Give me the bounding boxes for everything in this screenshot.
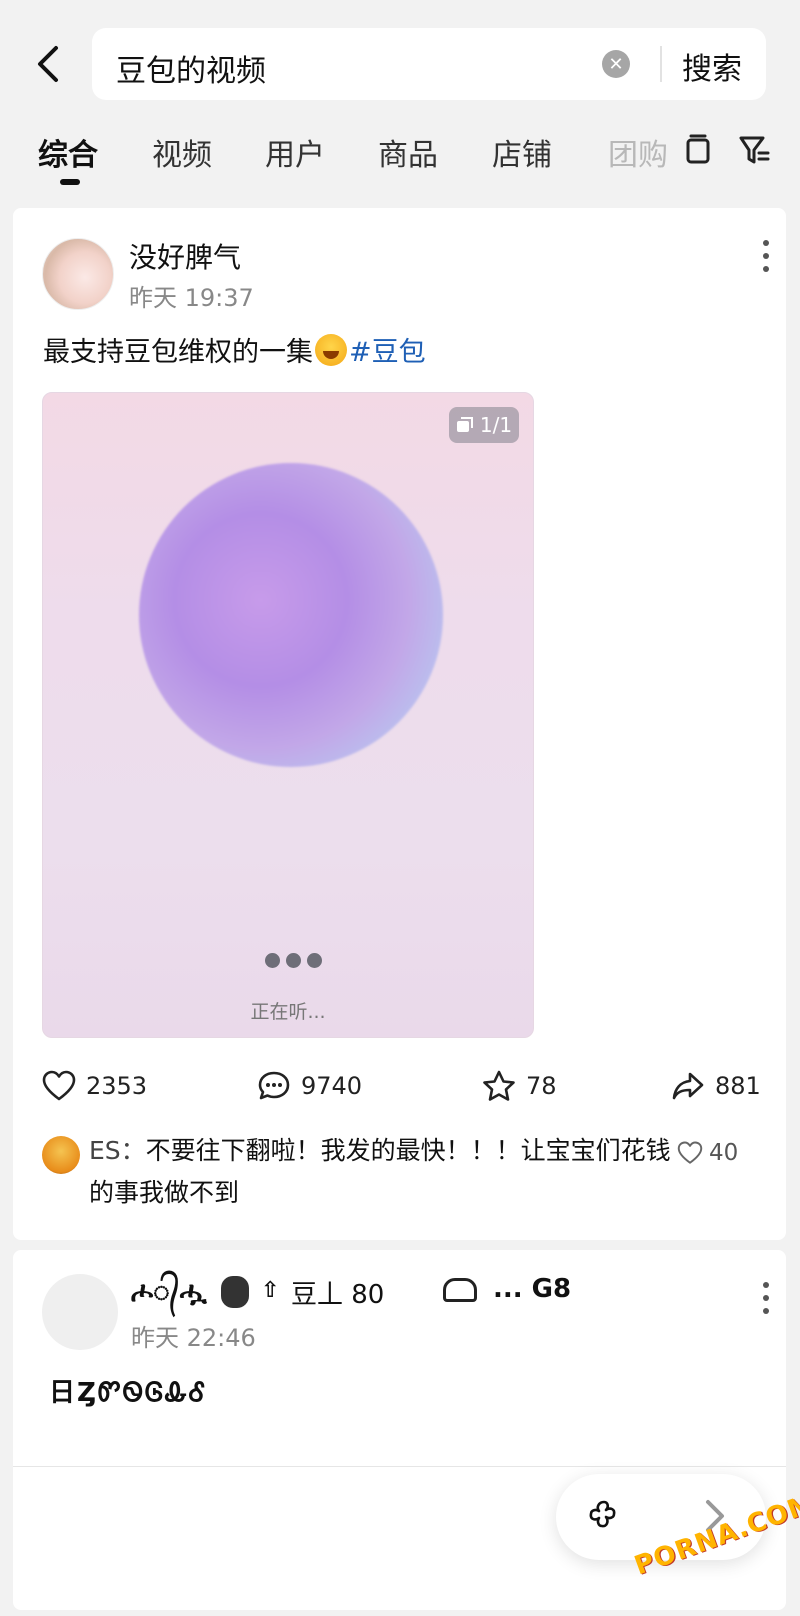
tab-group-buy[interactable]: 团购 xyxy=(608,130,668,174)
author-badge-tail: ... G8 xyxy=(493,1274,572,1304)
author-badge-text: 豆丄 80 xyxy=(291,1280,385,1310)
comment-like-button[interactable]: 40 xyxy=(677,1140,738,1166)
author-avatar[interactable] xyxy=(42,238,114,310)
favorite-button[interactable]: 78 xyxy=(482,1068,557,1104)
filter-icon xyxy=(739,136,770,164)
layout-icon xyxy=(686,134,710,164)
comment-icon xyxy=(258,1071,290,1100)
author-name[interactable]: 没好脾气 xyxy=(129,236,241,276)
caption-text: 最支持豆包维权的一集 xyxy=(43,337,313,368)
filter-button[interactable] xyxy=(734,130,774,170)
author-name[interactable]: ሖ᭄ሗ xyxy=(131,1272,207,1322)
active-tab-indicator xyxy=(60,179,80,185)
like-count: 2353 xyxy=(86,1072,148,1100)
page-indicator-text: 1/1 xyxy=(479,413,513,437)
tab-products[interactable]: 商品 xyxy=(378,130,438,174)
laughing-emoji-icon xyxy=(315,334,347,366)
share-button[interactable]: 881 xyxy=(671,1068,761,1104)
favorite-count: 78 xyxy=(526,1072,557,1100)
category-tabs: 综合 视频 用户 商品 店铺 团购 xyxy=(0,126,800,196)
video-thumbnail[interactable]: 1/1 正在听... xyxy=(42,392,534,1038)
post-caption: 日ȤᏛᏫᎶᎲᎴ xyxy=(49,1378,208,1408)
loading-dots xyxy=(265,953,322,968)
comment-like-count: 40 xyxy=(709,1140,739,1166)
heart-icon xyxy=(42,1070,76,1101)
comment-text: 不要往下翻啦！我发的最快！！！让宝宝们花钱的事我做不到 xyxy=(89,1136,671,1207)
like-button[interactable]: 2353 xyxy=(42,1068,147,1104)
divider xyxy=(13,1466,786,1467)
voice-orb xyxy=(139,463,443,767)
page-indicator-badge: 1/1 xyxy=(449,407,519,443)
author-avatar[interactable] xyxy=(42,1274,118,1350)
post-time: 昨天 22:46 xyxy=(131,1324,256,1352)
badge-icon xyxy=(443,1278,477,1302)
close-icon: ✕ xyxy=(608,53,624,75)
clear-search-button[interactable]: ✕ xyxy=(602,50,630,78)
tab-stores[interactable]: 店铺 xyxy=(492,130,552,174)
search-bar[interactable]: 豆包的视频 ✕ 搜索 xyxy=(92,28,766,100)
top-comment[interactable]: ES：不要往下翻啦！我发的最快！！！让宝宝们花钱的事我做不到 xyxy=(89,1130,689,1214)
chevron-left-icon xyxy=(38,46,58,82)
flower-icon xyxy=(589,1500,616,1528)
commenter-name[interactable]: ES： xyxy=(89,1136,146,1165)
comment-button[interactable]: 9740 xyxy=(257,1068,362,1104)
hashtag-link[interactable]: #豆包 xyxy=(349,337,426,368)
comment-count: 9740 xyxy=(301,1072,363,1100)
tab-users[interactable]: 用户 xyxy=(265,130,325,174)
level-badge-icon: ⇧ xyxy=(261,1278,280,1303)
author-badge-icon xyxy=(221,1276,249,1308)
share-icon xyxy=(672,1072,704,1100)
listening-status: 正在听... xyxy=(250,1001,326,1023)
commenter-avatar[interactable] xyxy=(42,1136,80,1174)
tab-general[interactable]: 综合 xyxy=(38,130,98,174)
search-input[interactable]: 豆包的视频 xyxy=(116,46,266,90)
post-time: 昨天 19:37 xyxy=(129,284,254,312)
tab-video[interactable]: 视频 xyxy=(152,130,212,174)
image-stack-icon xyxy=(456,417,473,432)
share-count: 881 xyxy=(715,1072,761,1100)
layout-toggle-button[interactable] xyxy=(678,130,718,170)
divider xyxy=(660,46,662,82)
more-options-button[interactable] xyxy=(754,1278,778,1318)
post-card[interactable]: 没好脾气 昨天 19:37 最支持豆包维权的一集 #豆包 1/1 正在听... 2… xyxy=(13,208,786,1240)
heart-icon xyxy=(677,1141,703,1164)
search-button[interactable]: 搜索 xyxy=(682,44,742,88)
back-button[interactable] xyxy=(30,40,66,88)
post-caption: 最支持豆包维权的一集 #豆包 xyxy=(43,330,426,369)
more-options-button[interactable] xyxy=(754,236,778,276)
star-icon xyxy=(483,1070,515,1101)
